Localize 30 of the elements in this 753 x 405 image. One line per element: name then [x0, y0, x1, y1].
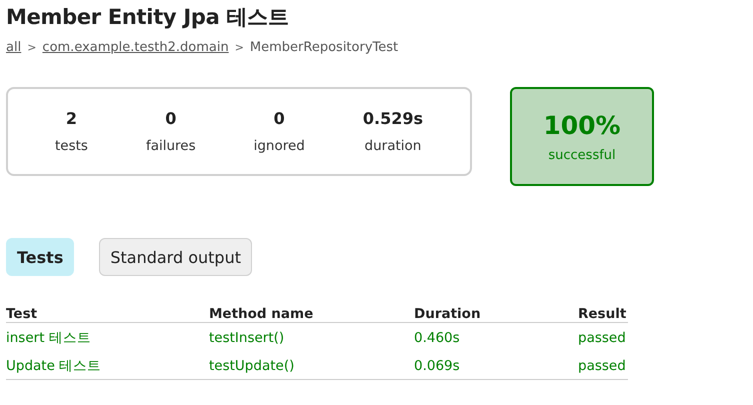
stat-value: 0.529s	[362, 109, 423, 128]
breadcrumb-separator: >	[27, 41, 36, 54]
breadcrumb-link[interactable]: all	[6, 40, 22, 55]
table-cell: Update 테스트	[6, 351, 209, 380]
breadcrumb-separator: >	[234, 41, 244, 54]
stat-label: duration	[364, 138, 422, 154]
stat-label: failures	[146, 138, 196, 154]
success-rate-label: successful	[548, 148, 616, 162]
stat-label: tests	[54, 138, 88, 154]
column-header: Duration	[414, 304, 578, 322]
page-title: Member Entity Jpa 테스트	[6, 4, 290, 31]
stat-value: 2	[66, 109, 78, 128]
table-cell: passed	[578, 322, 628, 351]
column-header: Method name	[209, 304, 414, 322]
table-cell: 0.069s	[414, 351, 578, 380]
breadcrumb-current: MemberRepositoryTest	[250, 40, 398, 55]
column-header: Result	[578, 304, 628, 322]
stat-value: 0	[274, 109, 285, 128]
tab[interactable]: Standard output	[99, 238, 252, 276]
breadcrumb-link[interactable]: com.example.testh2.domain	[42, 40, 229, 55]
table-cell: testInsert()	[209, 322, 414, 351]
table-cell: passed	[578, 351, 628, 380]
tab[interactable]: Tests	[6, 238, 74, 276]
table-cell: 0.460s	[414, 322, 578, 351]
stat-label: ignored	[254, 138, 305, 154]
table-cell: testUpdate()	[209, 351, 414, 380]
stat-value: 0	[165, 109, 176, 128]
table-cell: insert 테스트	[6, 322, 209, 351]
success-rate-value: 100%	[543, 110, 621, 140]
column-header: Test	[6, 304, 209, 322]
